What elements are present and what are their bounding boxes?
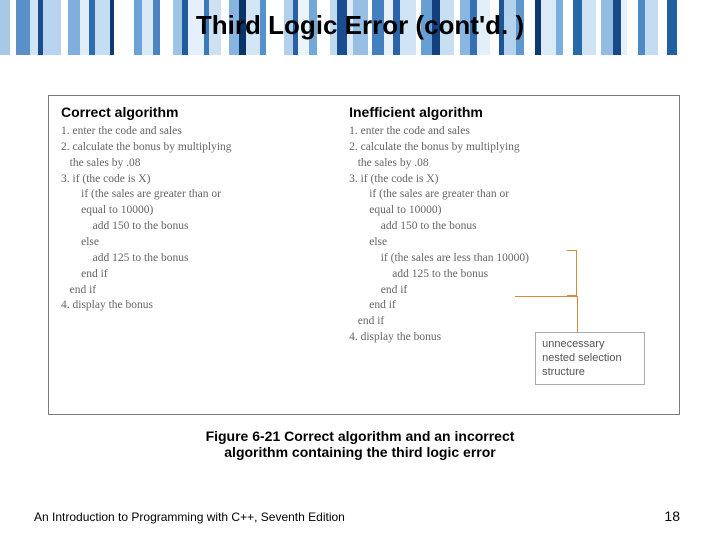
correct-algorithm: 1. enter the code and sales 2. calculate… bbox=[61, 124, 337, 314]
highlight-bracket bbox=[567, 250, 577, 296]
callout-text: unnecessary nested selection structure bbox=[542, 338, 622, 378]
highlight-connector bbox=[515, 296, 577, 297]
correct-column: Correct algorithm 1. enter the code and … bbox=[49, 96, 345, 414]
callout-box: unnecessary nested selection structure bbox=[535, 332, 645, 385]
inefficient-column: Inefficient algorithm 1. enter the code … bbox=[345, 96, 679, 414]
correct-heading: Correct algorithm bbox=[61, 104, 337, 120]
slide-title: Third Logic Error (cont'd. ) bbox=[0, 10, 720, 41]
inefficient-algorithm: 1. enter the code and sales 2. calculate… bbox=[349, 124, 671, 346]
caption-line-2: algorithm containing the third logic err… bbox=[0, 444, 720, 460]
inefficient-heading: Inefficient algorithm bbox=[349, 104, 671, 120]
page-number: 18 bbox=[664, 508, 680, 524]
footer-text: An Introduction to Programming with C++,… bbox=[34, 510, 345, 524]
figure-caption: Figure 6-21 Correct algorithm and an inc… bbox=[0, 428, 720, 460]
caption-line-1: Figure 6-21 Correct algorithm and an inc… bbox=[0, 428, 720, 444]
figure-box: Correct algorithm 1. enter the code and … bbox=[48, 95, 680, 415]
highlight-connector-v bbox=[577, 296, 578, 332]
